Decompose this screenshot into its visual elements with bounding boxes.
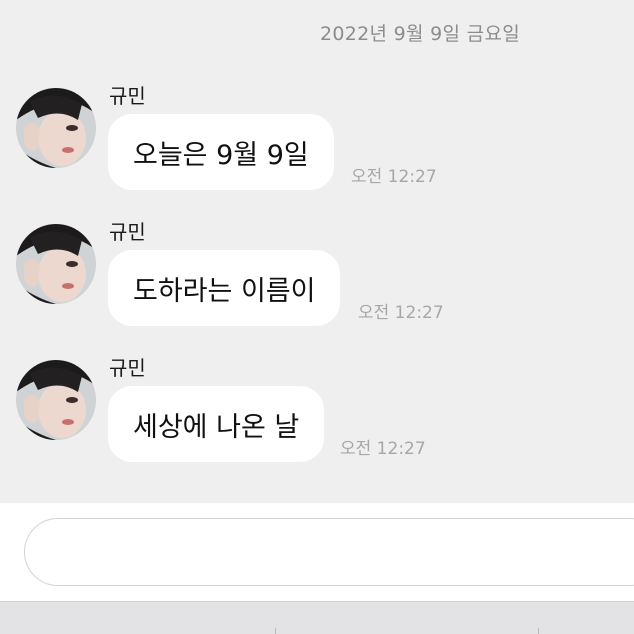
toolbar-divider (275, 628, 276, 634)
chat-area: 2022년 9월 9일 금요일 규민 오늘은 9월 9일 오전 12:27 규민… (0, 0, 634, 503)
message-time: 오전 12:27 (358, 303, 444, 323)
message-bubble[interactable]: 오늘은 9월 9일 (108, 114, 334, 190)
message-bubble[interactable]: 도하라는 이름이 (108, 250, 341, 326)
message-bubble[interactable]: 세상에 나온 날 (108, 386, 325, 462)
toolbar-divider (538, 628, 539, 634)
avatar[interactable] (16, 88, 96, 168)
chat-message: 규민 오늘은 9월 9일 오전 12:27 (16, 80, 626, 210)
avatar[interactable] (16, 360, 96, 440)
message-time: 오전 12:27 (340, 439, 426, 459)
message-input[interactable] (24, 518, 634, 586)
avatar[interactable] (16, 224, 96, 304)
bottom-toolbar (0, 601, 634, 634)
chat-message: 규민 세상에 나온 날 오전 12:27 (16, 352, 626, 482)
sender-name: 규민 (109, 356, 146, 380)
sender-name: 규민 (109, 84, 146, 108)
date-divider: 2022년 9월 9일 금요일 (319, 23, 520, 45)
message-time: 오전 12:27 (351, 167, 437, 187)
sender-name: 규민 (109, 220, 146, 244)
message-input-bar (0, 503, 634, 601)
chat-message: 규민 도하라는 이름이 오전 12:27 (16, 216, 626, 346)
